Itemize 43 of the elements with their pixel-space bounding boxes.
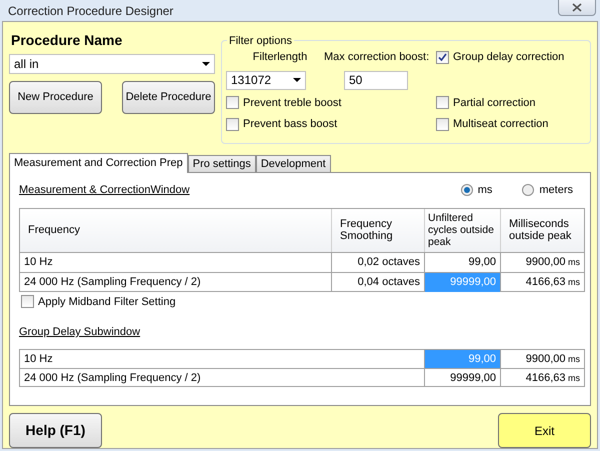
- table-cell: 24 000 Hz (Sampling Frequency / 2): [20, 368, 425, 386]
- table-cell[interactable]: 99999,00: [425, 368, 501, 386]
- group-title: Filter options: [227, 33, 294, 50]
- tab[interactable]: Pro settings: [188, 155, 256, 172]
- boost-field[interactable]: 50: [344, 70, 408, 90]
- checkbox[interactable]: Prevent bass boost: [226, 116, 436, 132]
- table-cell: 24 000 Hz (Sampling Frequency / 2): [20, 272, 332, 292]
- table-cell: 10 Hz: [20, 252, 332, 272]
- caret-icon: [293, 78, 301, 82]
- column-header: Milliseconds outside peak: [508, 217, 572, 244]
- procedure-button[interactable]: New Procedure: [9, 81, 102, 114]
- tab[interactable]: Development: [256, 155, 331, 172]
- procedure-name-label: Procedure Name: [11, 31, 124, 50]
- table-cell-text: 9900,00 ms: [524, 254, 581, 270]
- procedure-dropdown[interactable]: all in: [9, 54, 215, 74]
- unit-radio[interactable]: ms: [460, 182, 492, 198]
- close-icon: [572, 3, 582, 12]
- section-title: Group Delay Subwindow: [19, 325, 142, 340]
- window-title: Correction Procedure Designer: [8, 2, 174, 20]
- tab[interactable]: Measurement and Correction Prep: [9, 153, 188, 173]
- table-cell-text: 4166,63 ms: [524, 274, 581, 290]
- unit-radio[interactable]: meters: [522, 182, 573, 198]
- column-header: Frequency: [20, 208, 332, 252]
- section-title: Measurement & CorrectionWindow: [19, 183, 190, 198]
- close-button[interactable]: [558, 0, 596, 16]
- boost-label: Max correction boost:: [324, 50, 430, 65]
- column-header: Frequency Smoothing: [332, 208, 425, 252]
- checkbox[interactable]: Partial correction: [436, 94, 586, 111]
- filterlength-dropdown[interactable]: 131072: [226, 70, 306, 90]
- table-cell-text: 9900,00 ms: [524, 352, 581, 366]
- checkbox[interactable]: Group delay correction: [436, 49, 586, 66]
- checkbox[interactable]: Prevent treble boost: [226, 94, 436, 111]
- table-cell-text: 4166,63 ms: [524, 370, 581, 386]
- exit-button[interactable]: Exit: [498, 413, 591, 448]
- caret-icon: [202, 62, 210, 66]
- procedure-button[interactable]: Delete Procedure: [122, 81, 215, 114]
- checkbox[interactable]: Apply Midband Filter Setting: [21, 294, 581, 310]
- table-cell[interactable]: 99,00: [425, 252, 501, 272]
- column-header: Unfiltered cycles outside peak: [425, 208, 501, 252]
- help-button[interactable]: Help (F1): [9, 413, 102, 448]
- check-icon: [438, 52, 447, 62]
- checkbox[interactable]: Multiseat correction: [436, 116, 586, 132]
- table-cell: 0,02 octaves: [332, 252, 425, 272]
